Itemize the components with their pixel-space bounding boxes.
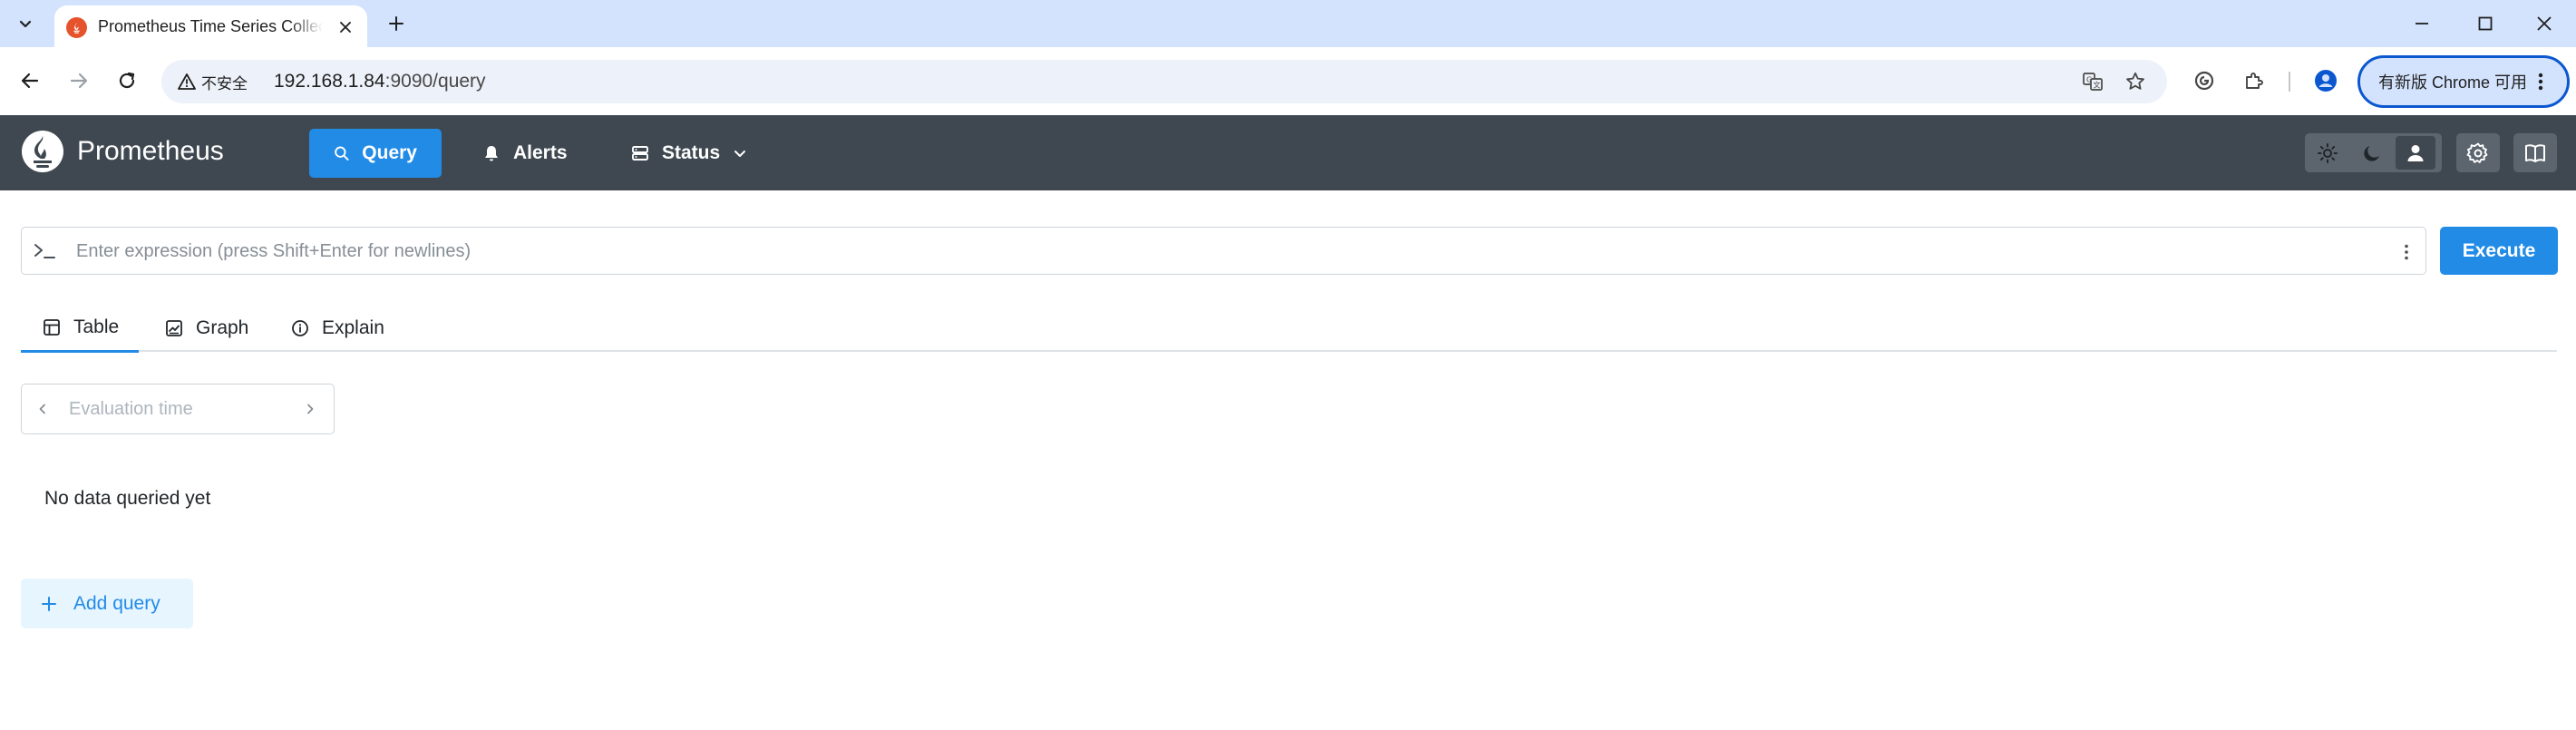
user-icon — [2407, 144, 2424, 161]
terminal-prompt-icon — [34, 244, 55, 258]
chevron-left-icon — [39, 404, 45, 414]
plus-icon — [389, 16, 403, 31]
no-data-message: No data queried yet — [44, 488, 211, 509]
nav-query-label: Query — [362, 142, 417, 163]
maximize-button[interactable] — [2454, 0, 2517, 47]
google-lens-button[interactable] — [2187, 63, 2221, 98]
more-vertical-icon — [2538, 73, 2543, 91]
translate-icon: G文 — [2083, 73, 2103, 91]
url-path: :9090/query — [384, 71, 486, 92]
tab-graph-label: Graph — [196, 317, 249, 338]
evaluation-time-input[interactable] — [69, 394, 287, 424]
info-icon — [292, 320, 308, 336]
translate-button[interactable]: G文 — [2077, 66, 2108, 97]
arrow-right-icon — [70, 73, 88, 89]
expression-options-button[interactable] — [2393, 238, 2420, 266]
minimize-icon — [2416, 23, 2428, 24]
tab-title: Prometheus Time Series Collection and Pr… — [98, 17, 323, 35]
browser-tab[interactable]: Prometheus Time Series Collection and Pr… — [54, 5, 367, 47]
chrome-update-button[interactable]: 有新版 Chrome 可用 — [2357, 55, 2570, 108]
minimize-button[interactable] — [2390, 0, 2454, 47]
table-icon — [44, 319, 60, 336]
expression-input[interactable] — [76, 235, 2361, 268]
address-bar[interactable]: 不安全 192.168.1.84:9090/query G文 — [161, 60, 2167, 103]
brand-name: Prometheus — [77, 136, 224, 166]
bell-icon — [485, 146, 498, 161]
tab-explain[interactable]: Explain — [269, 305, 404, 352]
add-query-button[interactable]: Add query — [21, 579, 193, 628]
tab-table-label: Table — [73, 316, 120, 337]
server-icon — [632, 146, 648, 161]
evaluation-time-picker — [21, 384, 335, 434]
moon-icon — [2364, 145, 2379, 161]
chevron-right-icon — [307, 404, 314, 414]
chevron-down-icon — [19, 20, 32, 28]
back-button[interactable] — [13, 63, 47, 98]
prometheus-navbar: Prometheus Query Alerts Status — [0, 115, 2576, 190]
new-tab-button[interactable] — [381, 8, 412, 39]
tab-close-button[interactable] — [334, 15, 357, 39]
nav-alerts-label: Alerts — [513, 142, 568, 163]
add-query-label: Add query — [73, 592, 160, 614]
prometheus-favicon-icon — [66, 17, 87, 38]
close-icon — [340, 22, 351, 33]
arrow-left-icon — [21, 73, 39, 89]
search-icon — [335, 146, 349, 161]
plus-icon — [42, 596, 56, 611]
eval-time-back-button[interactable] — [31, 397, 54, 421]
bookmark-button[interactable] — [2120, 66, 2151, 97]
graph-icon — [166, 320, 182, 336]
security-chip[interactable]: 不安全 — [170, 67, 257, 96]
expression-editor — [21, 227, 2426, 275]
lens-icon — [2194, 71, 2214, 91]
reload-icon — [119, 72, 135, 89]
puzzle-icon — [2246, 73, 2263, 89]
query-tabs: Table Graph Explain — [21, 305, 2557, 353]
security-label: 不安全 — [201, 74, 248, 92]
docs-button[interactable] — [2513, 133, 2557, 172]
eval-time-forward-button[interactable] — [298, 397, 322, 421]
prometheus-logo-icon — [22, 131, 63, 172]
warning-icon — [178, 73, 196, 90]
browser-toolbar: 不安全 192.168.1.84:9090/query G文 有新版 Chrom… — [0, 47, 2576, 115]
url-host: 192.168.1.84 — [274, 71, 385, 92]
star-icon — [2126, 72, 2144, 90]
url-text: 192.168.1.84:9090/query — [274, 71, 486, 92]
maximize-icon — [2478, 16, 2493, 31]
nav-query[interactable]: Query — [309, 129, 442, 178]
execute-button[interactable]: Execute — [2440, 227, 2558, 275]
tab-table[interactable]: Table — [21, 305, 140, 353]
tab-graph[interactable]: Graph — [143, 305, 268, 352]
theme-switcher — [2305, 133, 2442, 172]
svg-text:G: G — [2086, 76, 2092, 84]
brand[interactable]: Prometheus — [21, 130, 224, 173]
tab-search-button[interactable] — [9, 7, 42, 40]
more-vertical-icon — [2405, 244, 2408, 260]
avatar-icon — [2315, 70, 2337, 92]
theme-auto-button[interactable] — [2396, 136, 2435, 170]
close-icon — [2537, 16, 2552, 31]
extensions-button[interactable] — [2237, 63, 2271, 98]
reload-button[interactable] — [110, 63, 144, 98]
toolbar-divider — [2289, 72, 2290, 92]
nav-status[interactable]: Status — [607, 129, 772, 178]
gear-icon — [2466, 142, 2488, 163]
profile-button[interactable] — [2309, 63, 2343, 98]
close-window-button[interactable] — [2513, 0, 2576, 47]
browser-tab-strip: Prometheus Time Series Collection and Pr… — [0, 0, 2576, 47]
theme-dark-button[interactable] — [2350, 133, 2394, 172]
theme-light-button[interactable] — [2306, 133, 2349, 172]
nav-alerts[interactable]: Alerts — [458, 129, 592, 178]
chevron-down-icon — [734, 151, 746, 157]
book-icon — [2525, 143, 2545, 162]
settings-button[interactable] — [2456, 133, 2500, 172]
update-label: 有新版 Chrome 可用 — [2378, 73, 2528, 92]
sun-icon — [2318, 142, 2338, 163]
tab-explain-label: Explain — [322, 317, 384, 338]
nav-status-label: Status — [662, 142, 721, 163]
forward-button[interactable] — [62, 63, 96, 98]
svg-text:文: 文 — [2094, 81, 2101, 90]
